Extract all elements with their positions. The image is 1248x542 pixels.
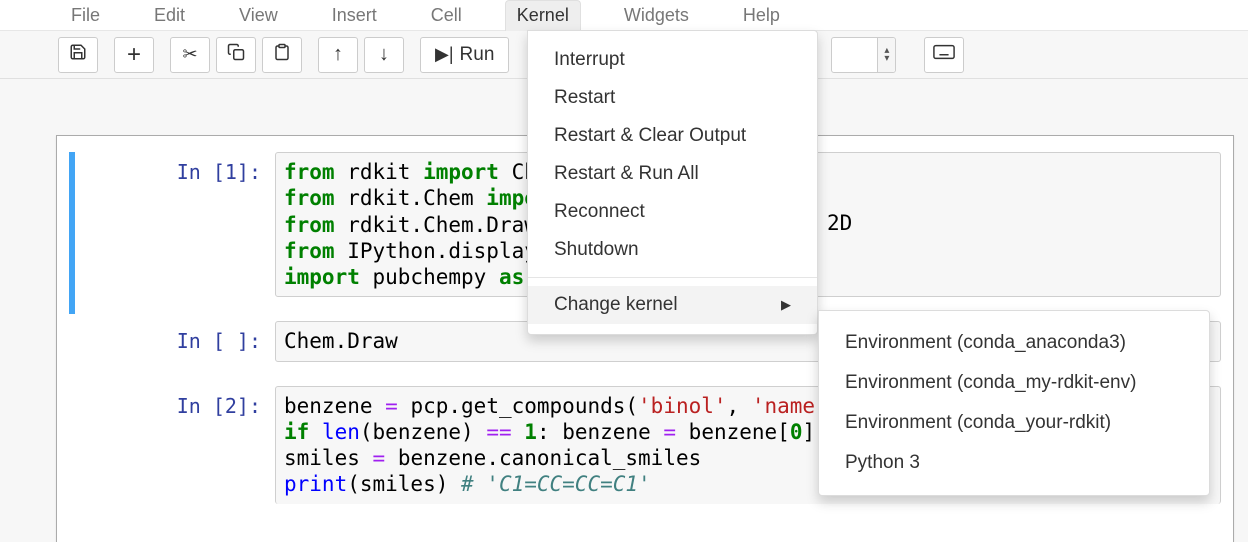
move-down-button[interactable]: ↓: [364, 37, 404, 73]
cell-prompt: In [2]:: [75, 386, 275, 418]
cell-prompt: In [1]:: [75, 152, 275, 184]
menubar: File Edit View Insert Cell Kernel Widget…: [0, 0, 1248, 31]
copy-button[interactable]: [216, 37, 256, 73]
submenu-arrow-icon: ▶: [781, 297, 791, 313]
plus-icon: +: [127, 43, 141, 67]
paste-icon: [273, 43, 291, 66]
kernel-interrupt[interactable]: Interrupt: [528, 41, 817, 79]
paste-button[interactable]: [262, 37, 302, 73]
arrow-down-icon: ↓: [379, 43, 389, 66]
change-kernel-submenu: Environment (conda_anaconda3) Environmen…: [818, 310, 1210, 496]
kernel-restart-runall[interactable]: Restart & Run All: [528, 155, 817, 193]
menu-help[interactable]: Help: [732, 0, 791, 31]
insert-cell-below-button[interactable]: +: [114, 37, 154, 73]
menu-widgets[interactable]: Widgets: [613, 0, 700, 31]
command-palette-button[interactable]: [924, 37, 964, 73]
cell-prompt: In [ ]:: [75, 321, 275, 353]
scissors-icon: ✂: [182, 44, 197, 65]
cut-button[interactable]: ✂: [170, 37, 210, 73]
arrow-up-icon: ↑: [333, 43, 343, 66]
kernel-option[interactable]: Environment (conda_my-rdkit-env): [819, 363, 1209, 403]
run-button[interactable]: ▶| Run: [420, 37, 509, 73]
kernel-option[interactable]: Environment (conda_anaconda3): [819, 323, 1209, 363]
menu-kernel[interactable]: Kernel: [505, 0, 581, 31]
visible-text-fragment: 2D: [827, 211, 852, 235]
select-chevrons-icon: ▴▾: [877, 38, 895, 72]
cell-selection-bar: [69, 152, 75, 314]
kernel-restart-clear[interactable]: Restart & Clear Output: [528, 117, 817, 155]
run-icon: ▶|: [435, 44, 454, 65]
menu-insert[interactable]: Insert: [321, 0, 388, 31]
dropdown-divider: [528, 277, 817, 278]
kernel-option[interactable]: Environment (conda_your-rdkit): [819, 403, 1209, 443]
kernel-reconnect[interactable]: Reconnect: [528, 193, 817, 231]
kernel-option[interactable]: Python 3: [819, 443, 1209, 483]
keyboard-icon: [933, 44, 955, 65]
change-kernel-label: Change kernel: [554, 294, 678, 316]
save-icon: [69, 43, 87, 66]
menu-edit[interactable]: Edit: [143, 0, 196, 31]
kernel-shutdown[interactable]: Shutdown: [528, 231, 817, 269]
save-button[interactable]: [58, 37, 98, 73]
menu-file[interactable]: File: [60, 0, 111, 31]
copy-icon: [227, 43, 245, 66]
kernel-change-kernel[interactable]: Change kernel ▶: [528, 286, 817, 324]
cell-type-select[interactable]: ▴▾: [831, 37, 896, 73]
menu-cell[interactable]: Cell: [420, 0, 473, 31]
move-up-button[interactable]: ↑: [318, 37, 358, 73]
run-label: Run: [460, 44, 495, 66]
menu-view[interactable]: View: [228, 0, 289, 31]
kernel-restart[interactable]: Restart: [528, 79, 817, 117]
kernel-dropdown: Interrupt Restart Restart & Clear Output…: [527, 30, 818, 335]
